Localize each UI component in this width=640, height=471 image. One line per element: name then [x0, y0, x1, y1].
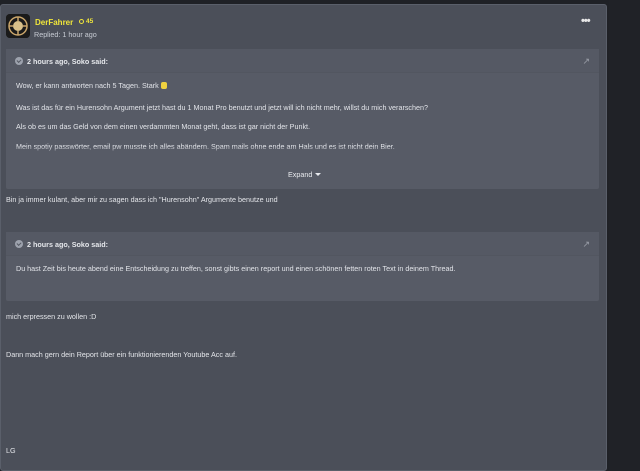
share-icon[interactable]: ↗	[582, 239, 590, 250]
username[interactable]: DerFahrer	[35, 18, 73, 27]
ellipsis-icon[interactable]: •••	[581, 15, 591, 27]
share-icon[interactable]: ↗	[582, 56, 590, 67]
emoji-icon	[160, 82, 167, 89]
post-text: Bin ja immer kulant, aber mir zu sagen d…	[6, 195, 278, 204]
quote-block: 2 hours ago, Soko said: ↗ Du hast Zeit b…	[6, 232, 599, 301]
chevron-down-icon[interactable]	[15, 57, 23, 65]
forum-post: DerFahrer 45 Replied: 1 hour ago ••• 2 h…	[0, 4, 607, 471]
reputation-badge: 45	[79, 18, 93, 25]
quote-line: Wow, er kann antworten nach 5 Tagen. Sta…	[16, 81, 167, 90]
quote-line: Was ist das für ein Hurensohn Argument j…	[16, 103, 429, 112]
avatar[interactable]	[6, 14, 30, 38]
post-text: LG	[6, 446, 16, 455]
chevron-down-icon	[315, 173, 322, 176]
quote-line: Als ob es um das Geld von dem einen verd…	[16, 122, 311, 131]
reputation-icon	[79, 19, 84, 24]
quote-fade	[6, 147, 599, 167]
quote-header[interactable]: 2 hours ago, Soko said: ↗	[6, 49, 599, 73]
page-background	[609, 0, 640, 471]
replied-timestamp: Replied: 1 hour ago	[34, 30, 97, 39]
post-text: Dann mach gern dein Report über ein funk…	[6, 350, 237, 359]
post-text: mich erpressen zu wollen :D	[6, 312, 97, 321]
quote-title: 2 hours ago, Soko said:	[27, 240, 109, 249]
quote-line: Du hast Zeit bis heute abend eine Entsch…	[16, 264, 456, 273]
quote-title: 2 hours ago, Soko said:	[27, 57, 109, 66]
quote-header[interactable]: 2 hours ago, Soko said: ↗	[6, 232, 599, 256]
chevron-down-icon[interactable]	[15, 240, 23, 248]
quote-block: 2 hours ago, Soko said: ↗ Wow, er kann a…	[6, 49, 599, 189]
expand-button[interactable]: Expand	[288, 170, 322, 179]
